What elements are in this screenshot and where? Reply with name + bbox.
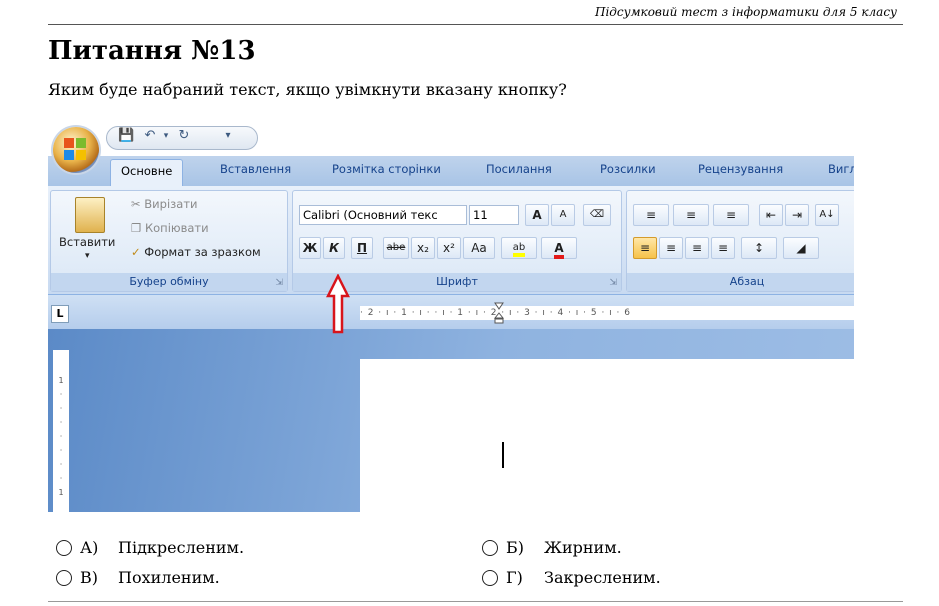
ribbon-tabs: Основне Вставлення Розмітка сторінки Пос… bbox=[48, 156, 854, 186]
tab-references[interactable]: Посилання bbox=[486, 162, 552, 176]
multilevel-list-icon[interactable]: ≡ bbox=[713, 204, 749, 226]
answer-a-radio[interactable] bbox=[56, 540, 72, 556]
tab-page-layout[interactable]: Розмітка сторінки bbox=[332, 162, 441, 176]
document-page[interactable] bbox=[360, 359, 854, 512]
answer-c-radio[interactable] bbox=[56, 570, 72, 586]
vertical-ruler[interactable]: 1 · · · · · · · 1 bbox=[53, 350, 69, 512]
bold-button[interactable]: Ж bbox=[299, 237, 321, 259]
quick-access-toolbar: 💾 ↶ ▾ ↻ ▾ bbox=[48, 120, 854, 156]
ribbon: Вставити ▾ ✂ Вирізати ❐ Копіювати ✓ Форм… bbox=[48, 186, 854, 295]
align-left-icon[interactable]: ≡ bbox=[633, 237, 657, 259]
pointer-arrow-icon bbox=[326, 274, 350, 334]
paragraph-group: ≡ ≡ ≡ ⇤ ⇥ A↓ ≡ ≡ ≡ ≡ ↕ ◢ Абзац bbox=[626, 190, 854, 292]
tab-home[interactable]: Основне bbox=[110, 159, 184, 186]
answer-c-text[interactable]: Похиленим. bbox=[118, 568, 220, 587]
office-logo-icon bbox=[64, 138, 88, 162]
indent-marker-icon[interactable] bbox=[493, 302, 505, 324]
answer-d-text[interactable]: Закресленим. bbox=[544, 568, 661, 587]
save-icon[interactable]: 💾 bbox=[118, 128, 134, 144]
horizontal-ruler[interactable]: · 2 · ı · 1 · ı · · ı · 1 · ı · 2 · ı · … bbox=[360, 306, 854, 320]
decrease-indent-icon[interactable]: ⇤ bbox=[759, 204, 783, 226]
tab-review[interactable]: Рецензування bbox=[698, 162, 783, 176]
align-center-icon[interactable]: ≡ bbox=[659, 237, 683, 259]
italic-button[interactable]: К bbox=[323, 237, 345, 259]
clipboard-group-label: Буфер обміну bbox=[51, 273, 287, 291]
copy-button[interactable]: ❐ Копіювати bbox=[131, 221, 209, 235]
header-rule bbox=[48, 24, 903, 25]
answer-d-radio[interactable] bbox=[482, 570, 498, 586]
question-title: Питання №13 bbox=[48, 36, 256, 66]
paste-icon[interactable] bbox=[75, 197, 105, 233]
justify-icon[interactable]: ≡ bbox=[711, 237, 735, 259]
font-size-select[interactable]: 11 bbox=[469, 205, 519, 225]
font-color-icon[interactable]: A bbox=[541, 237, 577, 259]
answer-b-radio[interactable] bbox=[482, 540, 498, 556]
footer-rule bbox=[48, 601, 903, 602]
change-case-button[interactable]: Aa bbox=[463, 237, 495, 259]
undo-dropdown-icon[interactable]: ▾ bbox=[158, 128, 174, 144]
font-name-select[interactable]: Calibri (Основний текс bbox=[299, 205, 467, 225]
answer-d-letter: Г) bbox=[506, 568, 523, 587]
align-right-icon[interactable]: ≡ bbox=[685, 237, 709, 259]
shading-icon[interactable]: ◢ bbox=[783, 237, 819, 259]
highlight-icon[interactable]: ab bbox=[501, 237, 537, 259]
paste-button[interactable]: Вставити bbox=[59, 235, 115, 249]
superscript-button[interactable]: x² bbox=[437, 237, 461, 259]
subscript-button[interactable]: x₂ bbox=[411, 237, 435, 259]
redo-icon[interactable]: ↻ bbox=[176, 128, 192, 144]
document-header: Підсумковий тест з інформатики для 5 кла… bbox=[595, 5, 897, 19]
clipboard-group: Вставити ▾ ✂ Вирізати ❐ Копіювати ✓ Форм… bbox=[50, 190, 288, 292]
word-screenshot: 💾 ↶ ▾ ↻ ▾ Основне Вставлення Розмітка ст… bbox=[48, 120, 854, 512]
paste-dropdown-icon[interactable]: ▾ bbox=[85, 251, 90, 261]
paragraph-group-label: Абзац bbox=[627, 273, 854, 291]
grow-font-button[interactable]: A bbox=[525, 204, 549, 226]
font-launcher-icon[interactable]: ⇲ bbox=[609, 278, 617, 288]
undo-icon[interactable]: ↶ bbox=[142, 128, 158, 144]
tab-insert[interactable]: Вставлення bbox=[220, 162, 291, 176]
sort-icon[interactable]: A↓ bbox=[815, 204, 839, 226]
shrink-font-button[interactable]: A bbox=[551, 204, 575, 226]
cut-button[interactable]: ✂ Вирізати bbox=[131, 197, 198, 211]
question-text: Яким буде набраний текст, якщо увімкнути… bbox=[48, 80, 567, 99]
format-painter-button[interactable]: ✓ Формат за зразком bbox=[131, 245, 261, 259]
answer-b-letter: Б) bbox=[506, 538, 524, 557]
strikethrough-button[interactable]: abe bbox=[383, 237, 409, 259]
bullets-icon[interactable]: ≡ bbox=[633, 204, 669, 226]
underline-button[interactable]: П bbox=[351, 237, 373, 259]
tab-selector-button[interactable]: L bbox=[51, 305, 69, 323]
answer-c-letter: В) bbox=[80, 568, 98, 587]
line-spacing-icon[interactable]: ↕ bbox=[741, 237, 777, 259]
tab-view[interactable]: Вигл bbox=[828, 162, 854, 176]
numbering-icon[interactable]: ≡ bbox=[673, 204, 709, 226]
clear-format-icon[interactable]: ⌫ bbox=[583, 204, 611, 226]
increase-indent-icon[interactable]: ⇥ bbox=[785, 204, 809, 226]
clipboard-launcher-icon[interactable]: ⇲ bbox=[275, 278, 283, 288]
office-button[interactable] bbox=[53, 127, 99, 173]
customize-qat-icon[interactable]: ▾ bbox=[220, 128, 236, 144]
text-cursor bbox=[502, 442, 504, 468]
answer-a-text[interactable]: Підкресленим. bbox=[118, 538, 244, 557]
scissors-icon: ✂ bbox=[131, 197, 145, 211]
brush-icon: ✓ bbox=[131, 245, 145, 259]
answer-b-text[interactable]: Жирним. bbox=[544, 538, 622, 557]
copy-icon: ❐ bbox=[131, 221, 145, 235]
tab-mailings[interactable]: Розсилки bbox=[600, 162, 656, 176]
answer-a-letter: А) bbox=[80, 538, 99, 557]
